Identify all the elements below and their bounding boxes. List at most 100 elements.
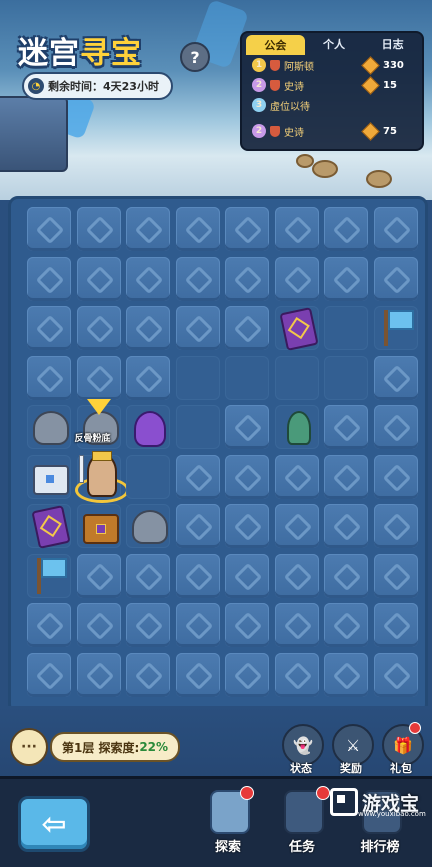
maze-tile-open[interactable]: 反骨粉底 (75, 399, 121, 449)
chat-button[interactable]: ··· (10, 728, 48, 766)
maze-tile-hidden[interactable] (274, 652, 319, 697)
maze-tile-hidden[interactable] (225, 454, 269, 499)
maze-tile-hidden[interactable] (126, 256, 170, 301)
back-button[interactable]: ⇦ (18, 796, 90, 852)
flag-icon (37, 557, 67, 594)
maze-tile-open[interactable] (126, 405, 170, 449)
maze-tile-open[interactable] (27, 454, 71, 499)
maze-tile-hidden[interactable] (373, 652, 418, 697)
maze-tile-open[interactable] (27, 553, 71, 598)
maze-tile-hidden[interactable] (225, 652, 269, 697)
maze-tile-hidden[interactable] (324, 652, 368, 697)
maze-tile-hidden[interactable] (373, 454, 418, 499)
maze-tile-hidden[interactable] (175, 652, 220, 697)
maze-tile-open[interactable] (324, 306, 368, 350)
maze-tile-open[interactable] (175, 405, 220, 449)
maze-tile-open[interactable] (274, 306, 319, 351)
maze-tile-open[interactable] (373, 306, 418, 350)
maze-tile-hidden[interactable] (76, 553, 121, 598)
maze-tile-hidden[interactable] (76, 652, 121, 697)
maze-tile-open[interactable] (27, 405, 71, 449)
maze-tile-hidden[interactable] (126, 553, 170, 598)
maze-tile-hidden[interactable] (76, 306, 121, 350)
maze-tile-hidden[interactable] (126, 652, 170, 697)
maze-tile-hidden[interactable] (76, 355, 121, 400)
status-label: 状态 (290, 762, 312, 775)
maze-tile-hidden[interactable] (225, 405, 269, 449)
maze-tile-hidden[interactable] (27, 306, 71, 350)
maze-tile-hidden[interactable] (225, 306, 269, 350)
maze-tile-hidden[interactable] (225, 207, 269, 251)
maze-tile-open[interactable] (27, 504, 71, 549)
maze-tile-hidden[interactable] (126, 355, 170, 400)
maze-tile-hidden[interactable] (126, 207, 170, 251)
tab-log[interactable]: 日志 (363, 33, 422, 55)
maze-tile-hidden[interactable] (225, 256, 269, 301)
maze-tile-open[interactable] (274, 355, 319, 400)
maze-tile-hidden[interactable] (27, 652, 71, 697)
ghost-monster-icon (134, 411, 166, 447)
maze-tile-hidden[interactable] (274, 256, 319, 301)
maze-tile-hidden[interactable] (373, 553, 418, 598)
maze-tile-hidden[interactable] (175, 306, 220, 350)
maze-tile-hidden[interactable] (324, 405, 368, 449)
maze-tile-open[interactable] (175, 355, 220, 400)
maze-tile-open[interactable] (76, 504, 121, 548)
sword-icon: ⚔ (345, 735, 361, 755)
help-button[interactable]: ? (180, 42, 210, 72)
maze-tile-hidden[interactable] (27, 256, 71, 301)
maze-tile-hidden[interactable] (274, 207, 319, 251)
maze-tile-hidden[interactable] (175, 603, 220, 647)
floor-progress: 第1层 探索度: 22% (50, 732, 181, 762)
maze-tile-hidden[interactable] (126, 306, 170, 350)
maze-tile-hidden[interactable] (324, 207, 368, 251)
maze-tile-hidden[interactable] (373, 355, 418, 400)
maze-tile-hidden[interactable] (274, 603, 319, 647)
maze-tile-hidden[interactable] (27, 207, 71, 251)
nav-explore[interactable]: 探索 (198, 786, 258, 858)
maze-tile-hidden[interactable] (274, 553, 319, 598)
maze-tile-hidden[interactable] (373, 405, 418, 449)
coin-decoration (296, 154, 314, 168)
rank-score-value: 15 (383, 79, 397, 91)
maze-tile-open[interactable] (126, 454, 170, 499)
ranking-panel: 公会 个人 日志 1 阿斯顿 330 2 史诗 15 3 虚位以待 2 史诗 75 (240, 31, 424, 151)
maze-tile-open[interactable] (324, 355, 368, 400)
maze-tile-hidden[interactable] (175, 207, 220, 251)
maze-tile-hidden[interactable] (76, 207, 121, 251)
maze-tile-open[interactable] (225, 355, 269, 400)
nav-tasks[interactable]: 任务 (272, 786, 332, 858)
maze-tile-hidden[interactable] (225, 553, 269, 598)
maze-tile-hidden[interactable] (274, 454, 319, 499)
goblin-icon (286, 411, 311, 445)
maze-tile-hidden[interactable] (373, 504, 418, 548)
maze-tile-open[interactable] (126, 504, 170, 548)
maze-tile-hidden[interactable] (324, 504, 368, 548)
rank-name: 虚位以待 (270, 101, 310, 113)
maze-tile-hidden[interactable] (324, 256, 368, 301)
maze-tile-hidden[interactable] (126, 603, 170, 647)
maze-tile-open[interactable] (74, 450, 129, 503)
maze-tile-hidden[interactable] (76, 256, 121, 301)
maze-tile-hidden[interactable] (324, 603, 368, 647)
maze-tile-hidden[interactable] (27, 355, 71, 400)
maze-tile-hidden[interactable] (175, 454, 220, 499)
maze-tile-hidden[interactable] (373, 603, 418, 647)
maze-tile-hidden[interactable] (175, 256, 220, 301)
maze-tile-hidden[interactable] (373, 207, 418, 251)
maze-board: 反骨粉底 (8, 196, 428, 714)
maze-tile-hidden[interactable] (175, 504, 220, 548)
maze-tile-hidden[interactable] (274, 504, 319, 548)
maze-tile-hidden[interactable] (175, 553, 220, 598)
maze-tile-hidden[interactable] (225, 603, 269, 647)
maze-tile-hidden[interactable] (27, 603, 71, 647)
maze-tile-hidden[interactable] (324, 454, 368, 499)
maze-tile-open[interactable] (274, 405, 319, 449)
maze-tile-hidden[interactable] (76, 603, 121, 647)
tab-guild[interactable]: 公会 (246, 35, 305, 55)
tab-personal[interactable]: 个人 (305, 33, 364, 55)
maze-tile-hidden[interactable] (324, 553, 368, 598)
target-arrow-icon (86, 399, 111, 415)
maze-tile-hidden[interactable] (373, 256, 418, 301)
maze-tile-hidden[interactable] (225, 504, 269, 548)
